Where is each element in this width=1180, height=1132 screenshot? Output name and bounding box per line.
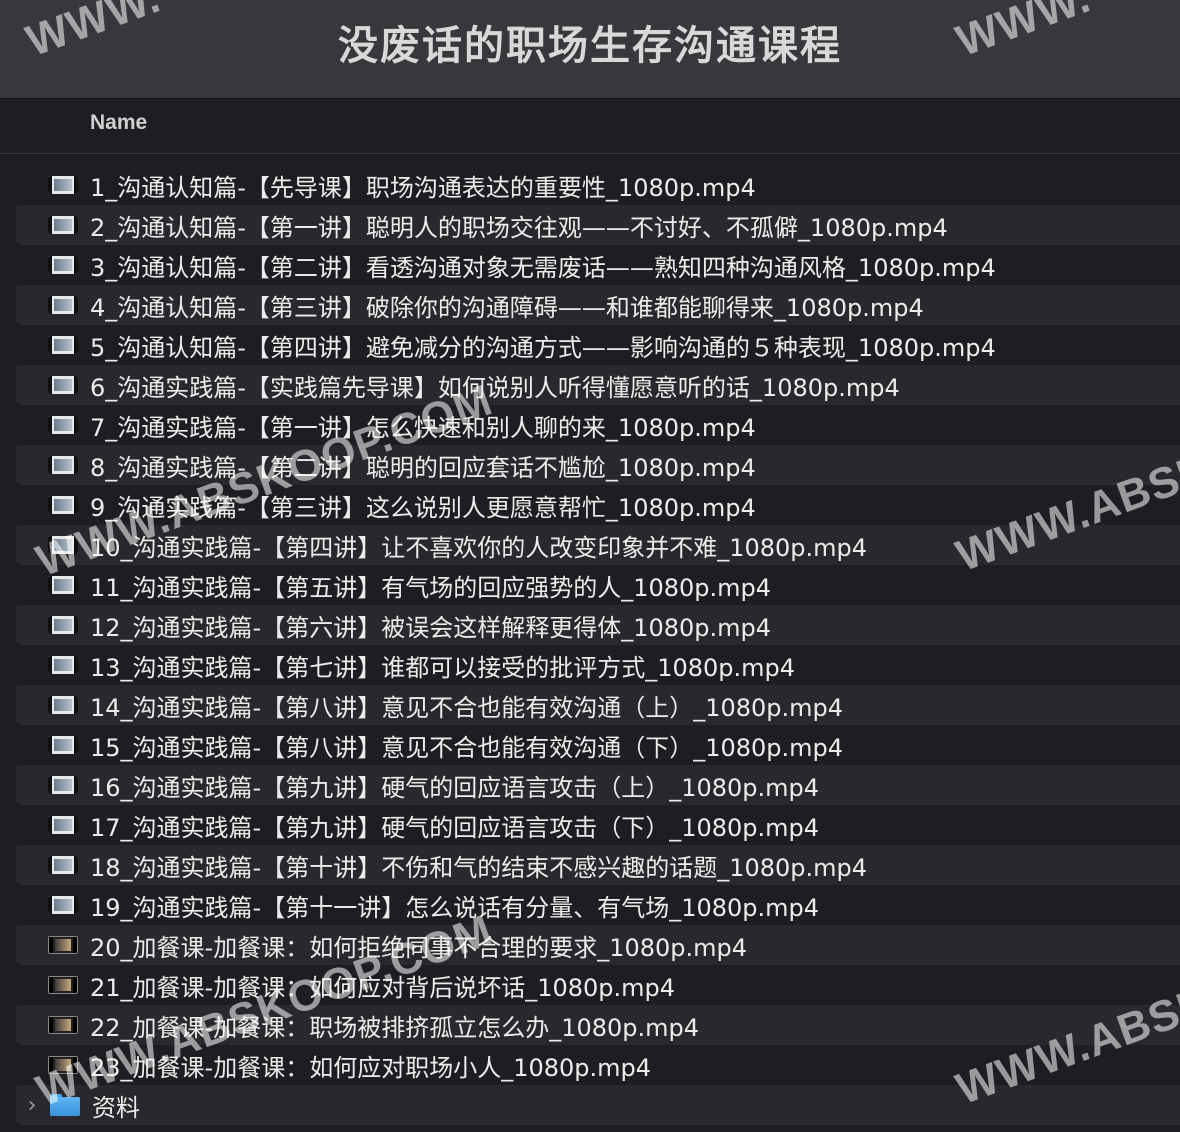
file-name: 3_沟通认知篇-【第二讲】看透沟通对象无需废话——熟知四种沟通风格_1080p.… xyxy=(90,253,996,282)
file-name: 17_沟通实践篇-【第九讲】硬气的回应语言攻击（下）_1080p.mp4 xyxy=(90,813,820,842)
file-row[interactable]: 8_沟通实践篇-【第二讲】聪明的回应套话不尴尬_1080p.mp4 xyxy=(0,445,1180,485)
window-title: 没废话的职场生存沟通课程 xyxy=(338,23,842,69)
column-header[interactable]: Name xyxy=(0,99,1180,154)
video-file-icon xyxy=(48,536,78,554)
video-file-icon xyxy=(48,936,78,954)
file-row[interactable]: 4_沟通认知篇-【第三讲】破除你的沟通障碍——和谁都能聊得来_1080p.mp4 xyxy=(0,285,1180,325)
file-name: 22_加餐课-加餐课：职场被排挤孤立怎么办_1080p.mp4 xyxy=(90,1013,700,1042)
file-name: 7_沟通实践篇-【第一讲】怎么快速和别人聊的来_1080p.mp4 xyxy=(90,413,756,442)
file-name: 6_沟通实践篇-【实践篇先导课】如何说别人听得懂愿意听的话_1080p.mp4 xyxy=(90,373,900,402)
file-name: 21_加餐课-加餐课：如何应对背后说坏话_1080p.mp4 xyxy=(90,973,676,1002)
video-file-icon xyxy=(48,736,78,754)
file-name: 4_沟通认知篇-【第三讲】破除你的沟通障碍——和谁都能聊得来_1080p.mp4 xyxy=(90,293,924,322)
file-row[interactable]: 12_沟通实践篇-【第六讲】被误会这样解释更得体_1080p.mp4 xyxy=(0,605,1180,645)
file-row[interactable]: 16_沟通实践篇-【第九讲】硬气的回应语言攻击（上）_1080p.mp4 xyxy=(0,765,1180,805)
file-row[interactable]: 20_加餐课-加餐课：如何拒绝同事不合理的要求_1080p.mp4 xyxy=(0,925,1180,965)
file-row[interactable]: 3_沟通认知篇-【第二讲】看透沟通对象无需废话——熟知四种沟通风格_1080p.… xyxy=(0,245,1180,285)
file-row[interactable]: 2_沟通认知篇-【第一讲】聪明人的职场交往观——不讨好、不孤僻_1080p.mp… xyxy=(0,205,1180,245)
file-row[interactable]: 15_沟通实践篇-【第八讲】意见不合也能有效沟通（下）_1080p.mp4 xyxy=(0,725,1180,765)
file-name: 14_沟通实践篇-【第八讲】意见不合也能有效沟通（上）_1080p.mp4 xyxy=(90,693,844,722)
file-row[interactable]: 6_沟通实践篇-【实践篇先导课】如何说别人听得懂愿意听的话_1080p.mp4 xyxy=(0,365,1180,405)
file-row[interactable]: 11_沟通实践篇-【第五讲】有气场的回应强势的人_1080p.mp4 xyxy=(0,565,1180,605)
file-row[interactable]: 23_加餐课-加餐课：如何应对职场小人_1080p.mp4 xyxy=(0,1045,1180,1085)
file-name: 9_沟通实践篇-【第三讲】这么说别人更愿意帮忙_1080p.mp4 xyxy=(90,493,756,522)
file-name: 12_沟通实践篇-【第六讲】被误会这样解释更得体_1080p.mp4 xyxy=(90,613,772,642)
file-name: 5_沟通认知篇-【第四讲】避免减分的沟通方式——影响沟通的５种表现_1080p.… xyxy=(90,333,996,362)
file-list: 1_沟通认知篇-【先导课】职场沟通表达的重要性_1080p.mp4 2_沟通认知篇… xyxy=(0,165,1180,1125)
folder-icon xyxy=(50,1094,80,1116)
video-file-icon xyxy=(48,176,78,194)
video-file-icon xyxy=(48,496,78,514)
file-row[interactable]: 21_加餐课-加餐课：如何应对背后说坏话_1080p.mp4 xyxy=(0,965,1180,1005)
file-name: 11_沟通实践篇-【第五讲】有气场的回应强势的人_1080p.mp4 xyxy=(90,573,772,602)
title-bar: 没废话的职场生存沟通课程 xyxy=(0,0,1180,99)
video-file-icon xyxy=(48,656,78,674)
video-file-icon xyxy=(48,576,78,594)
file-row[interactable]: 5_沟通认知篇-【第四讲】避免减分的沟通方式——影响沟通的５种表现_1080p.… xyxy=(0,325,1180,365)
folder-name: 资料 xyxy=(92,1093,140,1122)
video-file-icon xyxy=(48,416,78,434)
file-name: 13_沟通实践篇-【第七讲】谁都可以接受的批评方式_1080p.mp4 xyxy=(90,653,796,682)
file-row[interactable]: 9_沟通实践篇-【第三讲】这么说别人更愿意帮忙_1080p.mp4 xyxy=(0,485,1180,525)
video-file-icon xyxy=(48,816,78,834)
file-row[interactable]: 14_沟通实践篇-【第八讲】意见不合也能有效沟通（上）_1080p.mp4 xyxy=(0,685,1180,725)
video-file-icon xyxy=(48,976,78,994)
file-name: 8_沟通实践篇-【第二讲】聪明的回应套话不尴尬_1080p.mp4 xyxy=(90,453,756,482)
video-file-icon xyxy=(48,336,78,354)
file-row[interactable]: 18_沟通实践篇-【第十讲】不伤和气的结束不感兴趣的话题_1080p.mp4 xyxy=(0,845,1180,885)
file-name: 19_沟通实践篇-【第十一讲】怎么说话有分量、有气场_1080p.mp4 xyxy=(90,893,820,922)
file-name: 20_加餐课-加餐课：如何拒绝同事不合理的要求_1080p.mp4 xyxy=(90,933,748,962)
folder-row[interactable]: › 资料 xyxy=(0,1085,1180,1125)
video-file-icon xyxy=(48,856,78,874)
file-row[interactable]: 13_沟通实践篇-【第七讲】谁都可以接受的批评方式_1080p.mp4 xyxy=(0,645,1180,685)
video-file-icon xyxy=(48,1056,78,1074)
video-file-icon xyxy=(48,296,78,314)
file-row[interactable]: 10_沟通实践篇-【第四讲】让不喜欢你的人改变印象并不难_1080p.mp4 xyxy=(0,525,1180,565)
file-name: 2_沟通认知篇-【第一讲】聪明人的职场交往观——不讨好、不孤僻_1080p.mp… xyxy=(90,213,948,242)
disclosure-chevron-icon[interactable]: › xyxy=(24,1093,40,1118)
file-row[interactable]: 22_加餐课-加餐课：职场被排挤孤立怎么办_1080p.mp4 xyxy=(0,1005,1180,1045)
file-name: 1_沟通认知篇-【先导课】职场沟通表达的重要性_1080p.mp4 xyxy=(90,173,756,202)
file-name: 16_沟通实践篇-【第九讲】硬气的回应语言攻击（上）_1080p.mp4 xyxy=(90,773,820,802)
video-file-icon xyxy=(48,216,78,234)
file-name: 23_加餐课-加餐课：如何应对职场小人_1080p.mp4 xyxy=(90,1053,652,1082)
file-row[interactable]: 7_沟通实践篇-【第一讲】怎么快速和别人聊的来_1080p.mp4 xyxy=(0,405,1180,445)
column-header-name[interactable]: Name xyxy=(90,111,147,135)
video-file-icon xyxy=(48,696,78,714)
file-row[interactable]: 19_沟通实践篇-【第十一讲】怎么说话有分量、有气场_1080p.mp4 xyxy=(0,885,1180,925)
video-file-icon xyxy=(48,896,78,914)
video-file-icon xyxy=(48,1016,78,1034)
video-file-icon xyxy=(48,376,78,394)
file-name: 10_沟通实践篇-【第四讲】让不喜欢你的人改变印象并不难_1080p.mp4 xyxy=(90,533,868,562)
video-file-icon xyxy=(48,256,78,274)
video-file-icon xyxy=(48,616,78,634)
file-name: 18_沟通实践篇-【第十讲】不伤和气的结束不感兴趣的话题_1080p.mp4 xyxy=(90,853,868,882)
file-name: 15_沟通实践篇-【第八讲】意见不合也能有效沟通（下）_1080p.mp4 xyxy=(90,733,844,762)
file-row[interactable]: 17_沟通实践篇-【第九讲】硬气的回应语言攻击（下）_1080p.mp4 xyxy=(0,805,1180,845)
file-row[interactable]: 1_沟通认知篇-【先导课】职场沟通表达的重要性_1080p.mp4 xyxy=(0,165,1180,205)
video-file-icon xyxy=(48,456,78,474)
video-file-icon xyxy=(48,776,78,794)
finder-window: 没废话的职场生存沟通课程 Name 1_沟通认知篇-【先导课】职场沟通表达的重要… xyxy=(0,0,1180,1132)
